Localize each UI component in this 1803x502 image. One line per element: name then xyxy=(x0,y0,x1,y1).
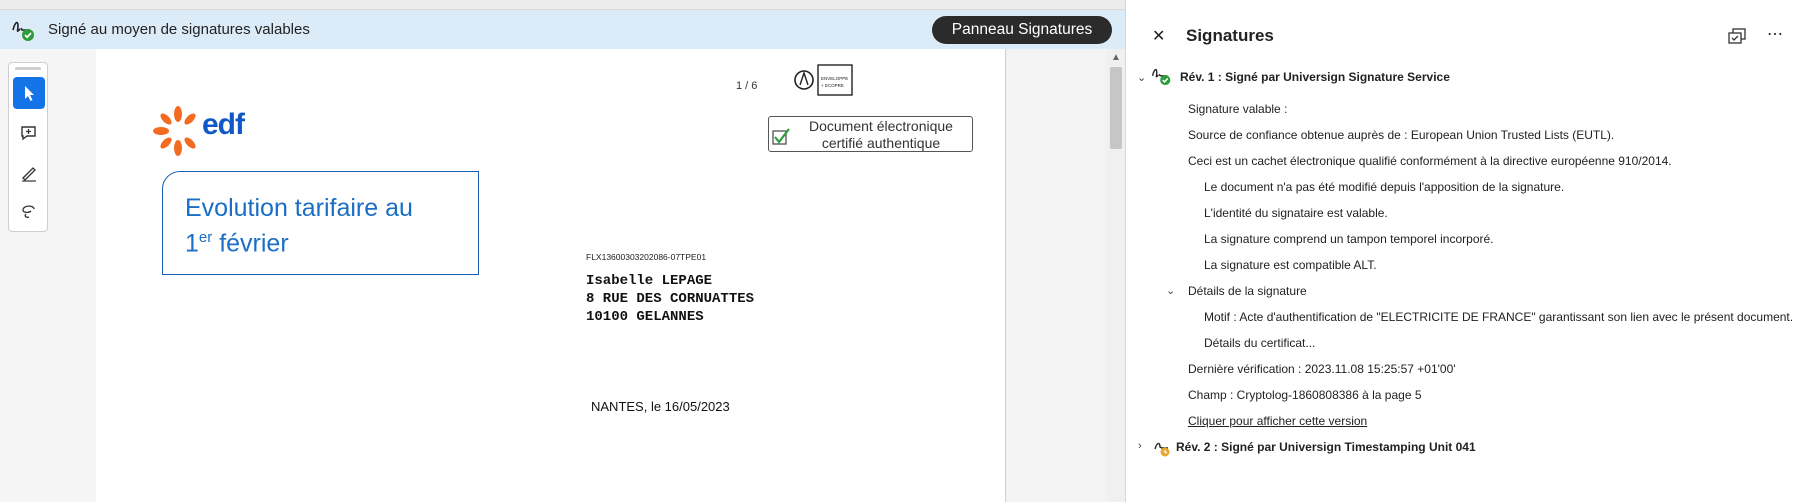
pen-icon xyxy=(22,167,36,182)
identity-valid: L'identité du signataire est valable. xyxy=(1204,206,1388,220)
signature-valid-icon xyxy=(12,21,34,41)
address-line: Isabelle LEPAGE xyxy=(586,273,713,289)
lasso-tool-button[interactable] xyxy=(13,195,45,227)
not-modified: Le document n'a pas été modifié depuis l… xyxy=(1204,180,1565,194)
qualified-seal: Ceci est un cachet électronique qualifié… xyxy=(1188,154,1672,168)
chevron-right-icon[interactable]: › xyxy=(1138,440,1142,452)
svg-text:+ ECOPRE: + ECOPRE xyxy=(821,83,844,88)
green-check-icon xyxy=(772,128,790,145)
document-reference: FLX13600303202086-07TPE01 xyxy=(586,252,707,262)
comment-tool-button[interactable] xyxy=(13,117,45,149)
signature-status-text: Signé au moyen de signatures valables xyxy=(48,21,310,38)
revision-2-header[interactable]: Rév. 2 : Signé par Universign Timestampi… xyxy=(1176,440,1476,454)
signatures-panel: ✕ Signatures ⋯ ⌄ Rév. 1 : Signé par Univ… xyxy=(1125,0,1803,502)
close-icon[interactable]: ✕ xyxy=(1152,26,1165,46)
vertical-scrollbar[interactable]: ▲ xyxy=(1107,49,1125,502)
chevron-down-icon[interactable]: ⌄ xyxy=(1166,284,1175,297)
certified-badge: Document électronique certifié authentiq… xyxy=(768,116,973,152)
cursor-icon xyxy=(25,86,34,101)
view-version-link[interactable]: Cliquer pour afficher cette version xyxy=(1188,414,1367,428)
palette-grip[interactable] xyxy=(15,67,41,70)
timestamp-included: La signature comprend un tampon temporel… xyxy=(1204,232,1494,246)
address-line: 8 RUE DES CORNUATTES xyxy=(586,291,755,307)
signature-field: Champ : Cryptolog-1860808386 à la page 5 xyxy=(1188,388,1422,402)
top-strip xyxy=(0,0,1125,10)
svg-text:ENVELOPPE: ENVELOPPE xyxy=(821,76,848,81)
certificate-details-link[interactable]: Détails du certificat... xyxy=(1204,336,1315,350)
comment-add-icon xyxy=(21,126,36,141)
signature-details-toggle[interactable]: Détails de la signature xyxy=(1188,284,1307,298)
draw-tool-button[interactable] xyxy=(13,157,45,189)
tool-palette xyxy=(8,62,48,232)
address-line: 10100 GELANNES xyxy=(586,309,704,325)
document-title-box: Evolution tarifaire au 1er février xyxy=(162,171,479,275)
revision-1-header[interactable]: Rév. 1 : Signé par Universign Signature … xyxy=(1180,70,1450,84)
alt-compatible: La signature est compatible ALT. xyxy=(1204,258,1377,272)
certified-badge-text: Document électronique certifié authentiq… xyxy=(809,118,953,151)
signature-valid-label: Signature valable : xyxy=(1188,102,1288,116)
lasso-icon xyxy=(22,205,35,218)
recipient-address: Isabelle LEPAGE 8 RUE DES CORNUATTES 101… xyxy=(586,272,754,326)
envelope-recycle-icon: ENVELOPPE + ECOPRE xyxy=(794,64,853,96)
chevron-down-icon[interactable]: ⌄ xyxy=(1137,71,1146,84)
left-toolbar xyxy=(0,49,96,502)
timestamp-signature-icon xyxy=(1154,442,1170,457)
document-page: 1 / 6 ENVELOPPE + ECOPRE edf Evolution t… xyxy=(96,49,1006,502)
document-title: Evolution tarifaire au 1er février xyxy=(185,194,413,258)
place-date: NANTES, le 16/05/2023 xyxy=(591,399,730,414)
edf-logo-icon xyxy=(153,106,196,156)
panel-title: Signatures xyxy=(1186,26,1274,45)
select-tool-button[interactable] xyxy=(13,77,45,109)
document-gutter xyxy=(1006,49,1107,502)
validate-all-icon[interactable] xyxy=(1727,27,1747,47)
page-indicator: 1 / 6 xyxy=(736,80,758,92)
scroll-up-icon[interactable]: ▲ xyxy=(1111,52,1121,63)
last-verification: Dernière vérification : 2023.11.08 15:25… xyxy=(1188,362,1456,376)
signature-motif: Motif : Acte d'authentification de "ELEC… xyxy=(1204,310,1794,324)
scrollbar-thumb[interactable] xyxy=(1110,67,1122,149)
signature-valid-icon xyxy=(1151,68,1171,86)
signature-banner: Signé au moyen de signatures valables Pa… xyxy=(0,10,1125,49)
edf-logo-text: edf xyxy=(202,108,245,141)
trust-source: Source de confiance obtenue auprès de : … xyxy=(1188,128,1615,142)
more-options-icon[interactable]: ⋯ xyxy=(1767,24,1787,44)
signature-panel-button[interactable]: Panneau Signatures xyxy=(932,16,1112,44)
